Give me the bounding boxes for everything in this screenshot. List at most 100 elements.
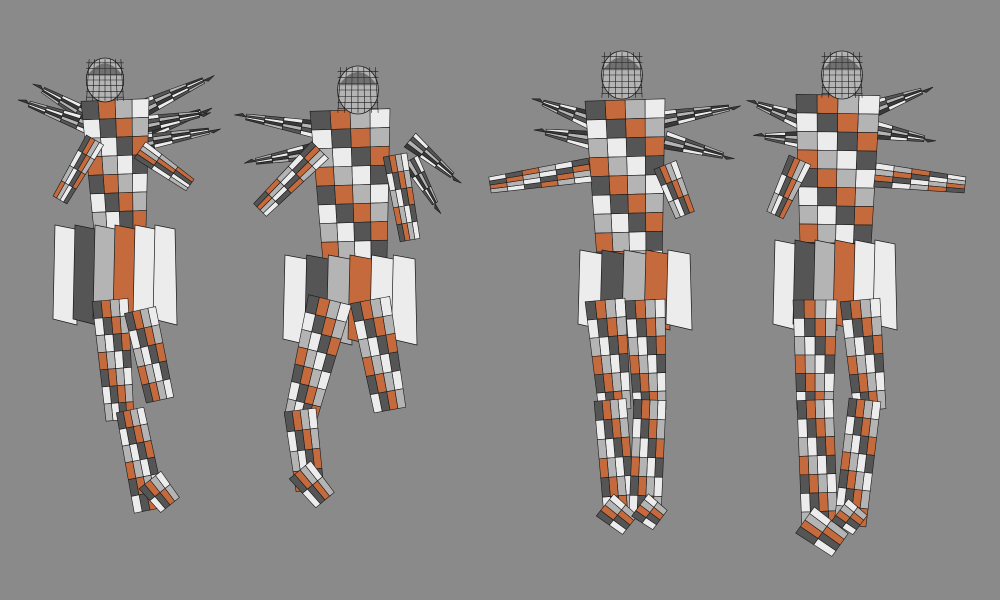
mesh-facet (817, 473, 828, 494)
mesh-facet (98, 118, 117, 139)
mesh-facet (804, 318, 816, 337)
mesh-facet (873, 180, 893, 189)
mesh-facet (369, 127, 390, 148)
mesh-facet (115, 117, 133, 138)
mesh-facet (352, 184, 371, 205)
head (601, 50, 643, 100)
mesh-facet (625, 118, 646, 139)
mesh-facet (798, 186, 818, 207)
spike-tip (244, 158, 257, 164)
left-leg (584, 297, 632, 412)
mesh-facet (793, 318, 805, 337)
mesh-facet (89, 193, 107, 213)
mesh-facet (589, 337, 602, 357)
mesh-facet (590, 175, 611, 196)
mesh-facet (336, 222, 355, 243)
mesh-facet (333, 165, 353, 186)
spike-tip (722, 154, 735, 160)
spike-tip (17, 99, 31, 105)
mesh-facet (854, 187, 875, 207)
mesh-facet (635, 318, 647, 338)
mesh-facet (798, 455, 810, 476)
mesh-facet (591, 355, 604, 376)
mesh-facet (629, 475, 639, 496)
mesh-facet (836, 131, 858, 152)
mesh-facet (647, 438, 657, 459)
spike-tip (32, 83, 44, 91)
mesh-facet (637, 476, 647, 497)
mesh-facet (857, 95, 881, 115)
mesh-facet (645, 476, 655, 497)
mesh-facet (626, 174, 646, 195)
mesh-facet (645, 317, 657, 337)
mesh-facet (624, 300, 637, 320)
mesh-facet (814, 318, 826, 337)
mesh-facet (870, 316, 883, 337)
right-leg (624, 298, 667, 412)
mesh-facet (316, 185, 336, 206)
spike-tip (451, 174, 462, 184)
mesh-facet (634, 299, 647, 320)
mesh-facet (804, 336, 816, 356)
mesh-facet (598, 457, 610, 479)
mesh-facet (593, 400, 605, 421)
mesh-facet (350, 146, 371, 167)
mesh-facet (350, 127, 371, 148)
mesh-facet (91, 300, 104, 319)
mesh-facet (595, 419, 606, 441)
mesh-facet (109, 298, 121, 318)
right-leg (839, 297, 887, 412)
mesh-facet (844, 415, 856, 436)
mesh-facet (816, 436, 827, 457)
mesh-facet (330, 128, 352, 149)
mesh-facet (100, 136, 118, 157)
mesh-facet (645, 193, 664, 214)
mesh-facet (640, 418, 650, 439)
mesh-facet (131, 116, 149, 137)
mesh-facet (838, 469, 849, 489)
mesh-facet (644, 117, 665, 138)
mesh-facet (586, 119, 608, 140)
mesh-facet (656, 353, 666, 374)
mesh-facet (584, 100, 607, 121)
spike-tip (727, 105, 741, 111)
right-arm (873, 162, 967, 194)
mesh-facet (88, 174, 105, 195)
mesh-facet (655, 317, 666, 337)
mesh-facet (645, 212, 664, 233)
mesh-facet (846, 355, 859, 376)
mesh-facet (825, 299, 838, 319)
mesh-facet (856, 132, 879, 152)
left-arm (488, 157, 593, 194)
mesh-facet (625, 136, 646, 157)
mesh-facet (611, 231, 630, 252)
mesh-facet (874, 371, 886, 392)
figure-3-front-view-arms-outstretched (488, 50, 741, 535)
mesh-facet (839, 300, 853, 321)
mesh-facet (626, 318, 638, 338)
render-viewport (0, 0, 1000, 600)
mesh-facet (117, 173, 134, 194)
mesh-facet (319, 222, 339, 243)
mesh-facet (628, 231, 647, 252)
mesh-facet (97, 99, 117, 120)
mesh-facet (618, 353, 630, 373)
mesh-facet (632, 398, 643, 420)
shoulder-spike (544, 128, 592, 150)
spike-tip (533, 128, 547, 133)
mesh-facet (655, 335, 666, 355)
mesh-facet (825, 436, 836, 456)
mesh-facet (795, 94, 818, 114)
mesh-facet (131, 98, 150, 119)
mesh-facet (795, 373, 806, 392)
mesh-facet (99, 368, 110, 388)
mesh-facet (644, 98, 666, 119)
spike-tip (202, 75, 215, 82)
mesh-facet (627, 336, 639, 357)
mesh-facet (639, 437, 649, 458)
mesh-facet (123, 366, 133, 386)
mesh-facet (610, 213, 630, 234)
mesh-facet (814, 299, 827, 319)
shoulder-spike (662, 130, 725, 159)
mesh-facet (314, 166, 335, 187)
